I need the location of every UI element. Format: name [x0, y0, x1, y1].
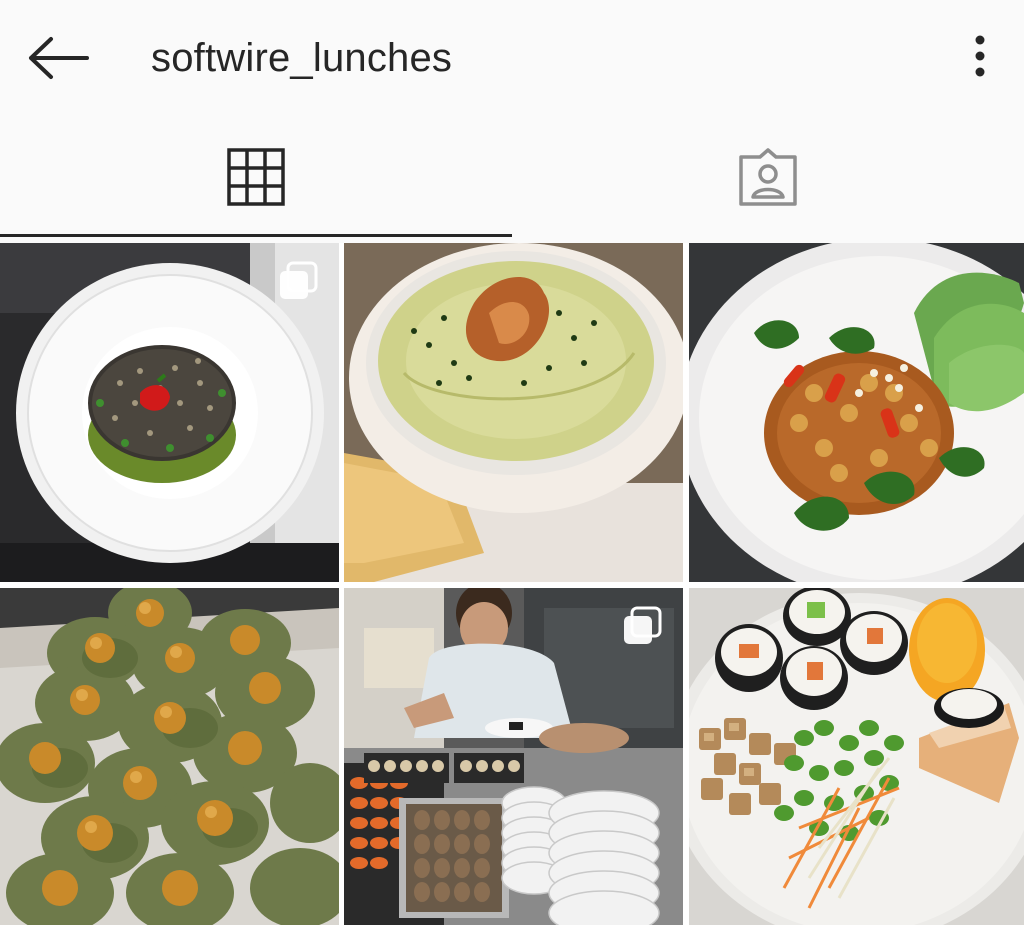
post-thumbnail-green-soup[interactable]: [344, 243, 683, 582]
multiple-photos-icon: [624, 606, 662, 644]
top-bar: softwire_lunches: [0, 0, 1024, 118]
profile-tabs: [0, 118, 1024, 238]
arrow-left-icon: [29, 37, 89, 79]
multiple-photos-icon: [280, 261, 318, 299]
selected-tab-indicator: [0, 234, 512, 237]
back-button[interactable]: [22, 26, 94, 90]
post-thumbnail-chef-kitchen[interactable]: [344, 588, 683, 925]
post-thumbnail-vine-leaves[interactable]: [0, 588, 339, 925]
post-thumbnail-chickpea-curry[interactable]: [689, 243, 1024, 582]
posts-grid: [0, 243, 1024, 925]
profile-screen: softwire_lunches: [0, 0, 1024, 925]
tab-grid[interactable]: [0, 118, 512, 236]
grid-icon: [227, 148, 285, 206]
more-options-button[interactable]: [950, 26, 1010, 86]
profile-username: softwire_lunches: [151, 36, 453, 80]
tagged-person-icon: [739, 148, 797, 206]
post-thumbnail-black-rice-salad[interactable]: [0, 243, 339, 582]
more-vertical-icon: [975, 35, 985, 77]
tab-tagged[interactable]: [512, 118, 1024, 236]
post-thumbnail-sushi-plate[interactable]: [689, 588, 1024, 925]
